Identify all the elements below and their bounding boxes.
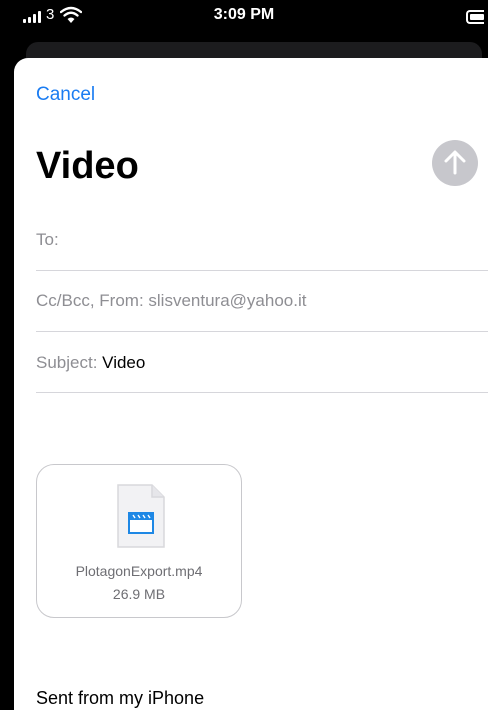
video-file-icon xyxy=(117,484,165,548)
attachment-size: 26.9 MB xyxy=(112,586,166,602)
attachment-filename: PlotagonExport.mp4 xyxy=(75,563,203,579)
divider xyxy=(36,331,488,332)
battery-icon xyxy=(466,10,484,24)
compose-sheet: Cancel Video To: Cc/Bcc, From: slisventu… xyxy=(14,58,488,710)
status-bar: 3 3:09 PM xyxy=(0,0,488,36)
arrow-up-icon xyxy=(444,150,466,175)
email-signature[interactable]: Sent from my iPhone xyxy=(36,688,204,709)
divider xyxy=(36,392,488,393)
send-button[interactable] xyxy=(432,140,478,186)
clock: 3:09 PM xyxy=(213,6,275,23)
page-title: Video xyxy=(36,145,139,187)
to-label: To: xyxy=(36,230,59,249)
cc-bcc-from-label: Cc/Bcc, From: xyxy=(36,291,144,310)
cc-bcc-from-field[interactable]: Cc/Bcc, From: slisventura@yahoo.it xyxy=(36,291,488,311)
attachment-card[interactable]: PlotagonExport.mp4 26.9 MB xyxy=(36,464,242,618)
subject-value: Video xyxy=(102,353,146,372)
to-field[interactable]: To: xyxy=(36,230,488,250)
cancel-button[interactable]: Cancel xyxy=(36,84,95,106)
divider xyxy=(36,270,488,271)
subject-field[interactable]: Subject: Video xyxy=(36,353,488,373)
from-address: slisventura@yahoo.it xyxy=(148,291,307,310)
subject-label: Subject: xyxy=(36,353,98,372)
